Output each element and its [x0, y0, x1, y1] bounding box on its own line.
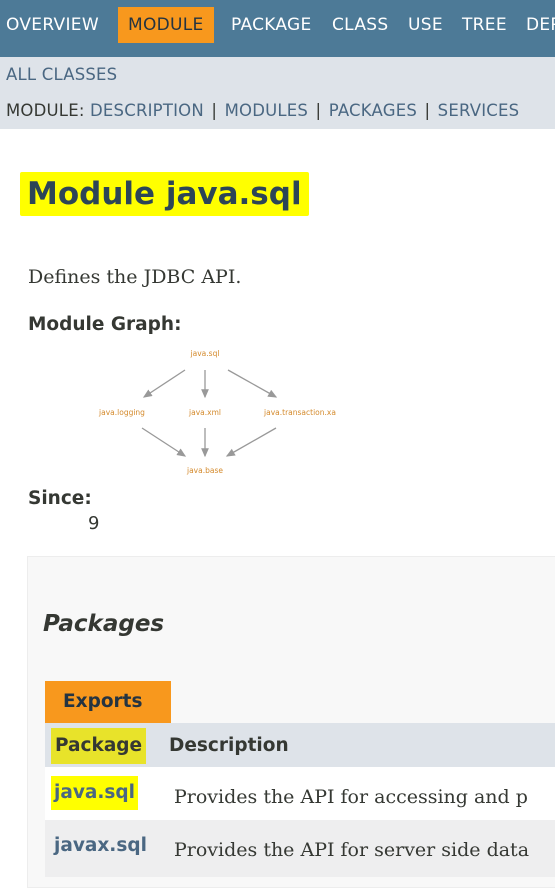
graph-edge: [225, 427, 277, 457]
module-description: Defines the JDBC API.: [28, 266, 242, 288]
packages-heading: Packages: [43, 611, 165, 637]
since-value: 9: [88, 513, 100, 534]
description-link[interactable]: DESCRIPTION: [90, 101, 204, 120]
nav-use-link[interactable]: USE: [398, 7, 453, 43]
module-label: MODULE:: [6, 101, 91, 120]
column-header-package: Package: [51, 728, 147, 764]
since-label: Since:: [28, 488, 92, 509]
graph-edge: [141, 427, 187, 457]
module-section-links: MODULE: DESCRIPTION | MODULES | PACKAGES…: [6, 101, 519, 120]
package-link-java-sql[interactable]: java.sql: [51, 776, 138, 810]
column-header-description: Description: [169, 735, 289, 756]
page-title: Module java.sql: [20, 172, 309, 216]
separator: |: [211, 101, 218, 120]
top-navigation-bar: OVERVIEW MODULE PACKAGE CLASS USE TREE D…: [0, 0, 555, 57]
sub-navigation: ALL CLASSES MODULE: DESCRIPTION | MODULE…: [0, 57, 555, 129]
graph-node-top[interactable]: java.sql: [190, 349, 220, 358]
graph-node-bottom[interactable]: java.base: [186, 466, 223, 475]
packages-link[interactable]: PACKAGES: [329, 101, 417, 120]
graph-node-middle[interactable]: java.xml: [188, 408, 221, 417]
module-graph-label: Module Graph:: [28, 314, 182, 335]
module-graph-diagram[interactable]: java.sql java.logging java.xml java.tran…: [90, 340, 350, 480]
nav-module-tab-active[interactable]: MODULE: [118, 7, 214, 43]
separator: |: [424, 101, 431, 120]
graph-edge: [227, 369, 278, 398]
package-link-javax-sql[interactable]: javax.sql: [51, 829, 150, 863]
nav-package-link[interactable]: PACKAGE: [221, 7, 322, 43]
exports-tab[interactable]: Exports: [45, 681, 171, 723]
package-description: Provides the API for accessing and p: [174, 786, 528, 808]
modules-link[interactable]: MODULES: [225, 101, 309, 120]
nav-overview-link[interactable]: OVERVIEW: [0, 7, 109, 43]
all-classes-link[interactable]: ALL CLASSES: [6, 65, 117, 84]
nav-tree-link[interactable]: TREE: [452, 7, 517, 43]
nav-deprecated-link[interactable]: DEPRECATED: [516, 7, 555, 43]
graph-node-left[interactable]: java.logging: [98, 408, 145, 417]
package-description: Provides the API for server side data: [174, 839, 530, 861]
nav-class-link[interactable]: CLASS: [322, 7, 398, 43]
services-link[interactable]: SERVICES: [438, 101, 520, 120]
separator: |: [315, 101, 322, 120]
graph-edge: [142, 369, 186, 398]
graph-node-right[interactable]: java.transaction.xa: [263, 408, 336, 417]
